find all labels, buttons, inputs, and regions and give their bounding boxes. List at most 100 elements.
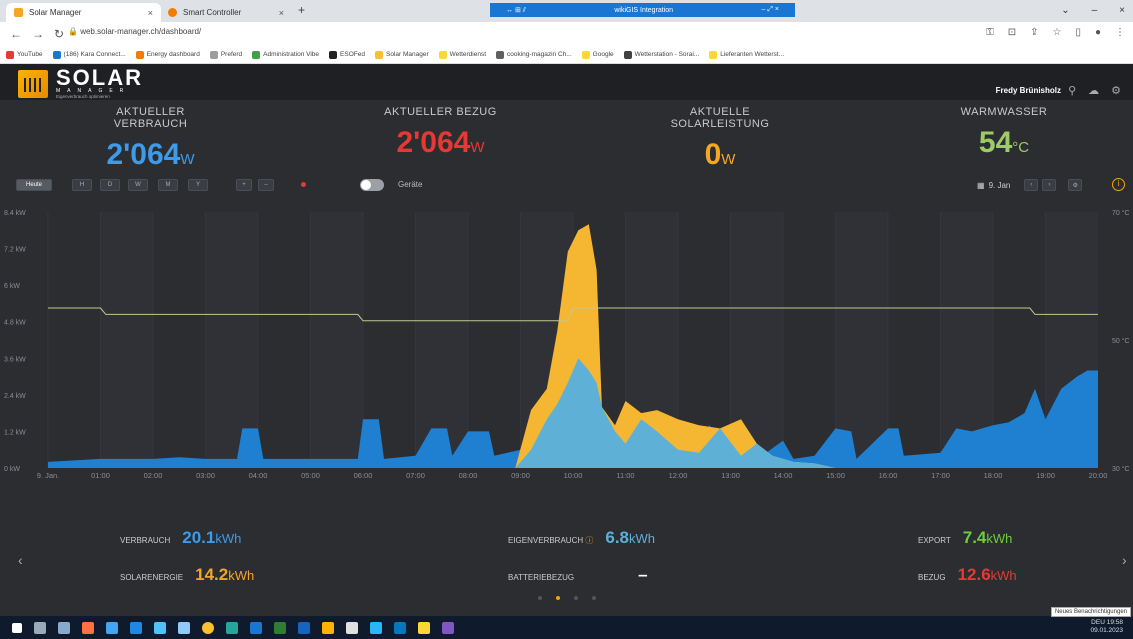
x-tick-label: 02:00: [144, 471, 163, 480]
kpi-number: 2'064: [106, 138, 181, 171]
period-hour-button[interactable]: H: [72, 179, 92, 191]
summary-prev-arrow-icon[interactable]: ‹: [18, 552, 23, 568]
kpi-label: AKTUELLE SOLARLEISTUNG: [670, 106, 770, 130]
new-tab-button[interactable]: +: [298, 3, 305, 17]
page-dot[interactable]: [538, 596, 542, 600]
kpi-label: AKTUELLER VERBRAUCH: [113, 106, 188, 130]
tray-date[interactable]: 09.01.2023: [1090, 627, 1123, 634]
chrome-icon[interactable]: [202, 621, 214, 634]
bookmark-item[interactable]: cooking-magazin Ch...: [496, 50, 572, 59]
excel-icon[interactable]: [274, 621, 286, 634]
period-day-button[interactable]: D: [100, 179, 120, 191]
minimize-button[interactable]: –: [1092, 5, 1098, 16]
summary-next-arrow-icon[interactable]: ›: [1122, 552, 1127, 568]
y-tick-label: 1.2 kW: [4, 429, 26, 436]
back-icon[interactable]: ←: [10, 27, 22, 41]
solar-manager-logo[interactable]: SOLAR MANAGER Eigenverbrauch optimieren: [18, 65, 143, 99]
summary-value: 7.4kWh: [963, 528, 1013, 548]
app-icon[interactable]: [394, 621, 406, 634]
search-icon[interactable]: [34, 621, 46, 634]
period-month-button[interactable]: M: [158, 179, 178, 191]
summary-number: 20.1: [182, 528, 216, 547]
bookmark-item[interactable]: ESOFed: [329, 50, 365, 59]
cloud-icon[interactable]: ☁: [1088, 84, 1099, 97]
star-icon[interactable]: ☆: [1052, 27, 1061, 38]
app-icon[interactable]: [106, 621, 118, 634]
page-dot[interactable]: [574, 596, 578, 600]
bookmark-item[interactable]: Google: [581, 50, 614, 59]
calendar-icon[interactable]: ▦: [977, 181, 985, 190]
chart-settings-button[interactable]: ⚙: [1068, 179, 1083, 191]
summary-bezug: BEZUG 12.6kWh: [918, 565, 1017, 585]
devices-toggle[interactable]: [360, 179, 384, 191]
bookmark-item[interactable]: Wetterdienst: [438, 50, 486, 59]
zoom-in-button[interactable]: +: [236, 179, 252, 191]
reload-icon[interactable]: ↻: [54, 27, 64, 41]
task-view-icon[interactable]: [58, 621, 70, 634]
menu-icon[interactable]: ⋮: [1115, 27, 1125, 38]
bookmark-item[interactable]: Lieferanten Wetterst...: [709, 50, 784, 59]
period-year-button[interactable]: Y: [188, 179, 208, 191]
app-icon[interactable]: [178, 621, 190, 634]
energy-chart[interactable]: 8.4 kW 7.2 kW 6 kW 4.8 kW 3.6 kW 2.4 kW 1.2 kW…: [0, 200, 1133, 490]
close-tab-icon[interactable]: ×: [148, 8, 153, 18]
bookmark-label: Solar Manager: [385, 51, 429, 58]
summary-verbrauch: VERBRAUCH 20.1kWh: [120, 528, 241, 548]
user-name[interactable]: Fredy Brünisholz: [996, 86, 1061, 95]
info-icon[interactable]: ⓘ: [585, 536, 593, 545]
user-icon[interactable]: ⚲: [1068, 84, 1076, 97]
logo-word: SOLAR: [56, 65, 143, 90]
screen-share-controls[interactable]: ↔ ⊞ ⫽: [506, 6, 526, 15]
page-dot-active[interactable]: [556, 596, 560, 600]
today-button[interactable]: Heute: [16, 179, 52, 191]
date-label[interactable]: 9. Jan: [989, 181, 1011, 190]
sidebar-icon[interactable]: ▯: [1075, 27, 1081, 38]
next-date-button[interactable]: ›: [1042, 179, 1057, 191]
info-icon[interactable]: i: [1112, 178, 1125, 191]
bookmark-item[interactable]: Wetterstation - Sorai...: [623, 50, 699, 59]
settings-icon[interactable]: ⚙: [1111, 84, 1121, 97]
bookmark-item[interactable]: Preferd: [209, 50, 242, 59]
tab-solar-manager[interactable]: Solar Manager ×: [6, 3, 161, 22]
app-icon[interactable]: [370, 621, 382, 634]
start-icon[interactable]: [12, 622, 22, 633]
summary-export: EXPORT 7.4kWh: [918, 528, 1012, 548]
profile-icon[interactable]: ●: [1095, 27, 1101, 38]
app-icon[interactable]: [418, 621, 430, 634]
bookmark-item[interactable]: Administration Vibe: [252, 50, 319, 59]
outlook-icon[interactable]: [250, 621, 262, 634]
tab-smart-controller[interactable]: Smart Controller ×: [160, 3, 292, 22]
share-icon[interactable]: ⇪: [1030, 27, 1038, 38]
close-tab-icon[interactable]: ×: [279, 8, 284, 18]
tray-lang[interactable]: DEU: [1091, 619, 1105, 626]
bookmark-item[interactable]: (186) Kara Connect...: [52, 50, 126, 59]
bookmark-label: cooking-magazin Ch...: [507, 51, 572, 58]
bookmark-item[interactable]: Energy dashboard: [135, 50, 200, 59]
app-icon[interactable]: [346, 621, 358, 634]
app-icon[interactable]: [442, 621, 454, 634]
system-tray[interactable]: DEU 19:58 09.01.2023: [1090, 619, 1123, 635]
edge-icon[interactable]: [130, 621, 142, 634]
firefox-icon[interactable]: [82, 621, 94, 634]
page-dot[interactable]: [592, 596, 596, 600]
period-week-button[interactable]: W: [128, 179, 148, 191]
x-tick-label: 06:00: [354, 471, 373, 480]
tray-time[interactable]: 19:58: [1107, 619, 1123, 626]
tab-search-button[interactable]: ⌄: [1061, 5, 1069, 16]
bookmark-item[interactable]: YouTube: [6, 50, 43, 59]
prev-date-button[interactable]: ‹: [1024, 179, 1039, 191]
screen-share-actions[interactable]: – ⤢ ×: [762, 6, 779, 14]
bookmark-favicon-icon: [709, 50, 718, 59]
explorer-icon[interactable]: [322, 621, 334, 634]
zoom-out-button[interactable]: –: [258, 179, 274, 191]
forward-icon[interactable]: →: [32, 27, 44, 41]
url-field[interactable]: 🔒 web.solar-manager.ch/dashboard/: [68, 27, 201, 36]
translate-icon[interactable]: ⊡: [1008, 27, 1016, 38]
app-icon[interactable]: [226, 621, 238, 634]
close-window-button[interactable]: ×: [1119, 5, 1125, 16]
word-icon[interactable]: [298, 621, 310, 634]
bookmark-item[interactable]: Solar Manager: [374, 50, 429, 59]
x-tick-label: 18:00: [984, 471, 1003, 480]
app-icon[interactable]: [154, 621, 166, 634]
key-icon[interactable]: ⚿: [986, 27, 994, 38]
